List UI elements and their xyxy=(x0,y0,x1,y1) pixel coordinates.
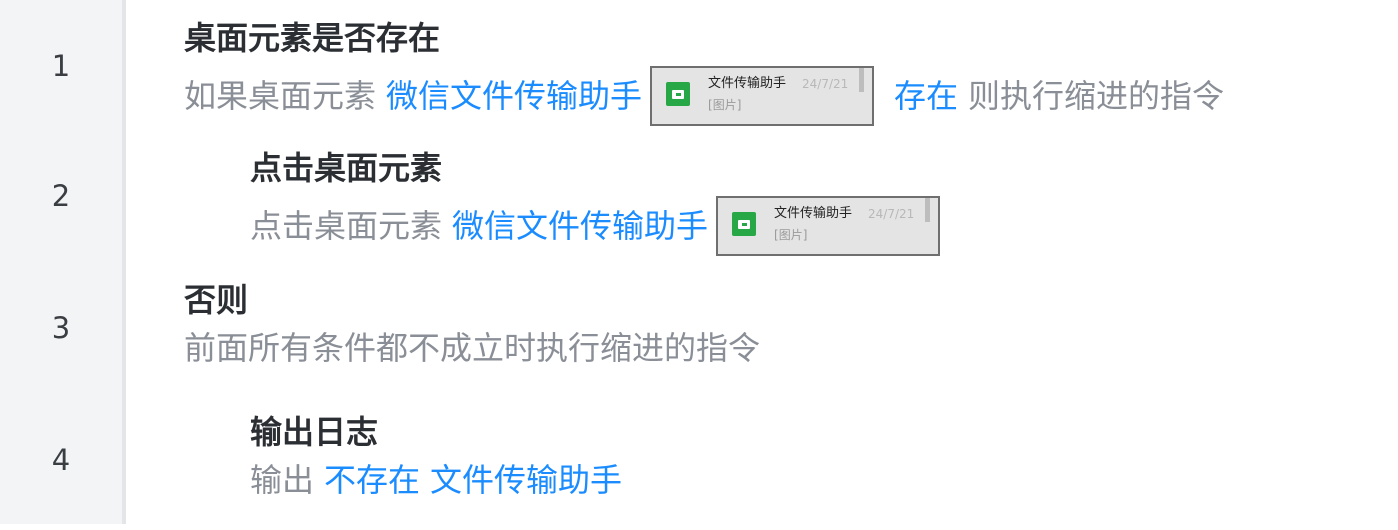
step-description: 前面所有条件都不成立时执行缩进的指令 xyxy=(184,329,761,367)
log-value-link[interactable]: 不存在 xyxy=(324,460,420,500)
line-number-4: 4 xyxy=(51,443,71,477)
line-number-2: 2 xyxy=(51,179,71,213)
line-number-1: 1 xyxy=(51,49,71,83)
wechat-file-transfer-icon xyxy=(732,212,757,236)
step-title: 点击桌面元素 xyxy=(250,149,443,187)
element-thumbnail[interactable]: 文件传输助手 24/7/21 [图片] xyxy=(716,196,941,256)
thumbnail-subtitle: [图片] xyxy=(708,98,742,112)
step-else[interactable]: 否则 前面所有条件都不成立时执行缩进的指令 xyxy=(184,280,760,368)
step-if-element-exists[interactable]: 桌面元素是否存在 如果桌面元素 微信文件传输助手 文件传输助手 24/7/21 … xyxy=(184,18,1224,126)
thumbnail-name: 文件传输助手 xyxy=(774,206,853,221)
step-description: 输出 不存在 文件传输助手 xyxy=(250,460,622,500)
desc-prefix: 如果桌面元素 xyxy=(184,77,377,115)
step-click-element[interactable]: 点击桌面元素 点击桌面元素 微信文件传输助手 文件传输助手 24/7/21 [图… xyxy=(250,148,950,256)
step-title: 桌面元素是否存在 xyxy=(184,19,441,57)
desc-prefix: 点击桌面元素 xyxy=(250,207,443,245)
condition-link[interactable]: 存在 xyxy=(894,76,958,116)
thumbnail-name: 文件传输助手 xyxy=(708,76,787,91)
step-output-log[interactable]: 输出日志 输出 不存在 文件传输助手 xyxy=(250,412,622,500)
step-description: 如果桌面元素 微信文件传输助手 文件传输助手 24/7/21 [图片] 存在 则… xyxy=(184,66,1224,126)
step-title: 输出日志 xyxy=(250,413,379,451)
thumbnail-scrollbar xyxy=(925,198,931,222)
thumbnail-date: 24/7/21 xyxy=(802,77,849,91)
element-target-link[interactable]: 微信文件传输助手 xyxy=(386,76,642,116)
thumbnail-subtitle: [图片] xyxy=(774,228,808,242)
thumbnail-date: 24/7/21 xyxy=(868,207,915,221)
log-target-link[interactable]: 文件传输助手 xyxy=(430,460,622,500)
flow-editor: 1 2 3 4 桌面元素是否存在 如果桌面元素 微信文件传输助手 文件传输助手 … xyxy=(0,0,1398,530)
element-target-link[interactable]: 微信文件传输助手 xyxy=(452,206,708,246)
desc-prefix: 输出 xyxy=(250,461,315,499)
step-description: 点击桌面元素 微信文件传输助手 文件传输助手 24/7/21 [图片] xyxy=(250,196,950,256)
element-thumbnail[interactable]: 文件传输助手 24/7/21 [图片] xyxy=(650,66,875,126)
line-number-3: 3 xyxy=(51,311,71,345)
thumbnail-scrollbar xyxy=(859,68,865,92)
desc-suffix: 则执行缩进的指令 xyxy=(968,77,1225,115)
step-title: 否则 xyxy=(184,281,249,319)
wechat-file-transfer-icon xyxy=(666,82,691,106)
